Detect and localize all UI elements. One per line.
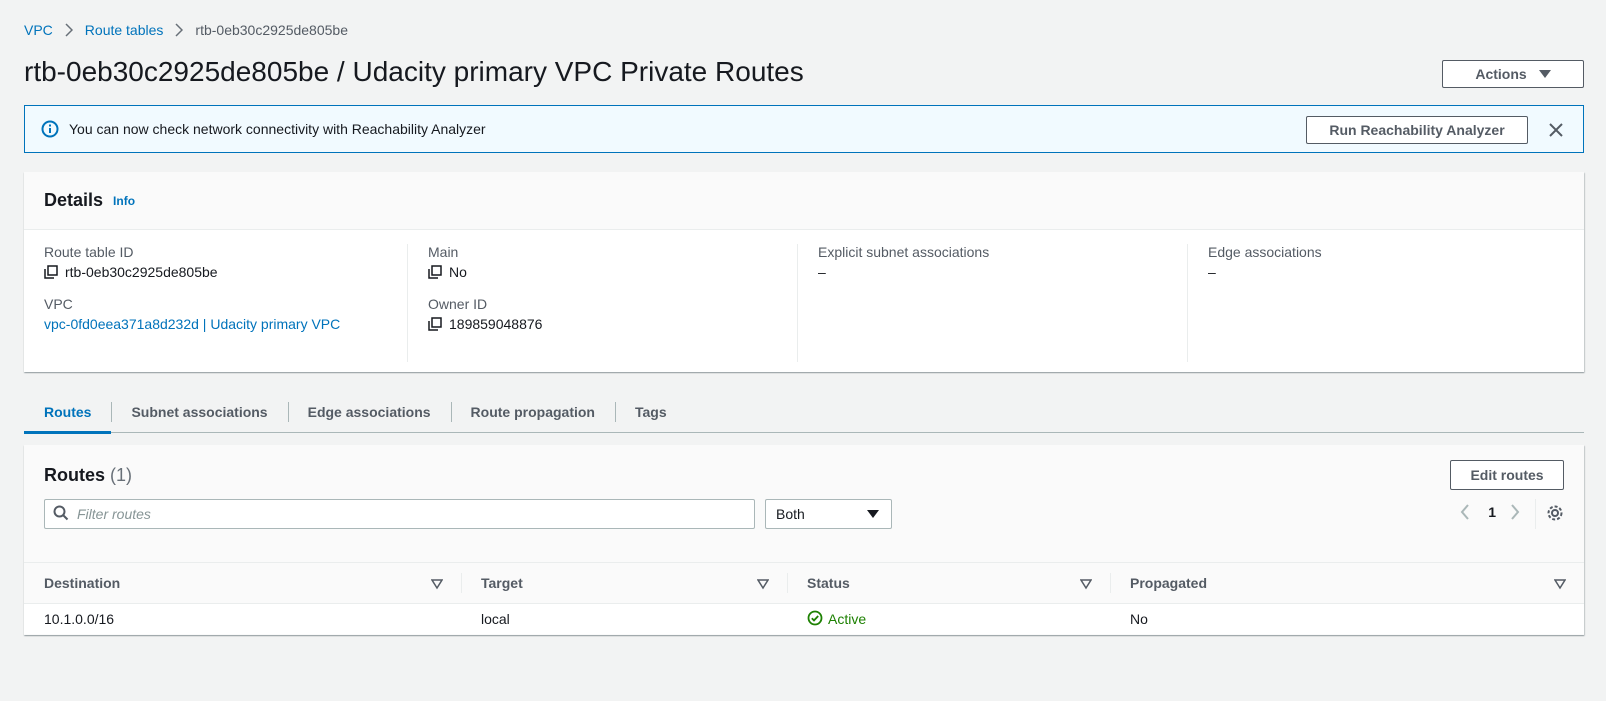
check-circle-icon	[807, 610, 823, 629]
column-label: Status	[807, 575, 850, 591]
info-banner: You can now check network connectivity w…	[24, 105, 1584, 153]
route-table-id-field: Route table ID rtb-0eb30c2925de805be	[44, 244, 407, 280]
details-column-4: Edge associations –	[1187, 244, 1577, 362]
route-type-value: Both	[776, 506, 805, 522]
caret-down-icon	[867, 510, 879, 518]
route-table-id-value-row: rtb-0eb30c2925de805be	[44, 264, 407, 280]
owner-id-value-row: 189859048876	[428, 316, 797, 332]
tab-bar: Routes Subnet associations Edge associat…	[24, 391, 1584, 434]
tab-route-propagation[interactable]: Route propagation	[450, 391, 615, 433]
sort-icon[interactable]	[430, 577, 444, 590]
vpc-field: VPC vpc-0fd0eea371a8d232d | Udacity prim…	[44, 296, 407, 332]
breadcrumb: VPC Route tables rtb-0eb30c2925de805be	[24, 22, 348, 38]
copy-icon[interactable]	[44, 265, 58, 279]
copy-icon[interactable]	[428, 265, 442, 279]
edge-assoc-label: Edge associations	[1208, 244, 1322, 260]
pagination: 1	[1460, 503, 1524, 521]
vpc-link[interactable]: vpc-0fd0eea371a8d232d | Udacity primary …	[44, 316, 407, 332]
close-icon[interactable]	[1547, 121, 1565, 139]
main-value-row: No	[428, 264, 797, 280]
details-column-1: Route table ID rtb-0eb30c2925de805be VPC…	[24, 244, 407, 362]
main-label: Main	[428, 244, 459, 260]
tab-subnet-associations[interactable]: Subnet associations	[111, 391, 287, 433]
info-link[interactable]: Info	[113, 194, 135, 208]
routes-heading: Routes (1)	[44, 465, 132, 486]
explicit-subnet-value: –	[818, 264, 826, 280]
explicit-subnet-label: Explicit subnet associations	[818, 244, 990, 260]
edge-assoc-field: Edge associations –	[1208, 244, 1577, 280]
route-type-select[interactable]: Both	[765, 499, 892, 529]
column-label: Target	[481, 575, 523, 591]
owner-id-field: Owner ID 189859048876	[428, 296, 797, 332]
filter-routes-input[interactable]	[77, 506, 717, 522]
chevron-right-icon	[175, 23, 184, 37]
details-title: Details	[44, 190, 104, 210]
sort-icon[interactable]	[1553, 577, 1567, 590]
page-number[interactable]: 1	[1488, 504, 1496, 520]
tab-edge-associations[interactable]: Edge associations	[287, 391, 451, 433]
column-destination[interactable]: Destination	[24, 562, 461, 604]
details-panel: Details Info Route table ID rtb-0eb30c29…	[24, 172, 1584, 372]
breadcrumb-current: rtb-0eb30c2925de805be	[195, 22, 348, 38]
column-label: Destination	[44, 575, 121, 591]
cell-status: Active	[787, 610, 1110, 629]
column-label: Propagated	[1130, 575, 1208, 591]
gear-icon[interactable]	[1546, 504, 1564, 522]
table-row[interactable]: 10.1.0.0/16 local Active No	[24, 604, 1584, 634]
route-table-id-value: rtb-0eb30c2925de805be	[65, 264, 218, 280]
edge-assoc-value: –	[1208, 264, 1216, 280]
tab-routes[interactable]: Routes	[24, 391, 112, 434]
details-header: Details Info	[24, 172, 1584, 230]
page-title: rtb-0eb30c2925de805be / Udacity primary …	[24, 56, 804, 87]
breadcrumb-vpc[interactable]: VPC	[24, 22, 53, 38]
column-status[interactable]: Status	[787, 562, 1110, 604]
column-target[interactable]: Target	[461, 562, 787, 604]
explicit-subnet-field: Explicit subnet associations –	[818, 244, 1187, 280]
filter-routes-field	[44, 499, 755, 529]
search-icon	[53, 505, 69, 524]
chevron-right-icon	[65, 23, 73, 37]
main-value: No	[449, 264, 467, 280]
sort-icon[interactable]	[756, 577, 770, 590]
cell-target: local	[481, 611, 510, 627]
routes-title: Routes	[44, 465, 106, 485]
status-badge: Active	[807, 610, 866, 629]
tab-tags[interactable]: Tags	[614, 391, 687, 433]
owner-id-value: 189859048876	[449, 316, 543, 332]
vpc-label: VPC	[44, 296, 73, 312]
breadcrumb-route-tables[interactable]: Route tables	[85, 22, 164, 38]
routes-panel: Routes (1) Edit routes Both 1 Destinatio…	[24, 445, 1584, 635]
info-icon	[41, 120, 59, 138]
caret-down-icon	[1538, 70, 1551, 78]
actions-label: Actions	[1475, 66, 1527, 82]
cell-destination: 10.1.0.0/16	[44, 611, 115, 627]
details-column-2: Main No Owner ID 189859048876	[407, 244, 797, 362]
table-header: Destination Target Status Propagated	[24, 562, 1584, 604]
copy-icon[interactable]	[428, 317, 442, 331]
sort-icon[interactable]	[1079, 577, 1093, 590]
column-propagated[interactable]: Propagated	[1110, 562, 1584, 604]
divider	[1535, 499, 1536, 529]
run-reachability-analyzer-button[interactable]: Run Reachability Analyzer	[1306, 116, 1528, 144]
actions-button[interactable]: Actions	[1442, 60, 1584, 88]
cell-propagated: No	[1130, 611, 1148, 627]
routes-table: Destination Target Status Propagated 10.…	[24, 562, 1584, 634]
chevron-right-icon[interactable]	[1510, 503, 1524, 521]
banner-message: You can now check network connectivity w…	[69, 121, 486, 137]
details-column-3: Explicit subnet associations –	[797, 244, 1187, 362]
details-body: Route table ID rtb-0eb30c2925de805be VPC…	[24, 230, 1584, 362]
main-field: Main No	[428, 244, 797, 280]
status-text: Active	[828, 611, 867, 627]
owner-id-label: Owner ID	[428, 296, 488, 312]
edit-routes-button[interactable]: Edit routes	[1450, 460, 1564, 490]
route-table-id-label: Route table ID	[44, 244, 134, 260]
routes-count: (1)	[110, 465, 133, 485]
chevron-left-icon[interactable]	[1460, 503, 1474, 521]
